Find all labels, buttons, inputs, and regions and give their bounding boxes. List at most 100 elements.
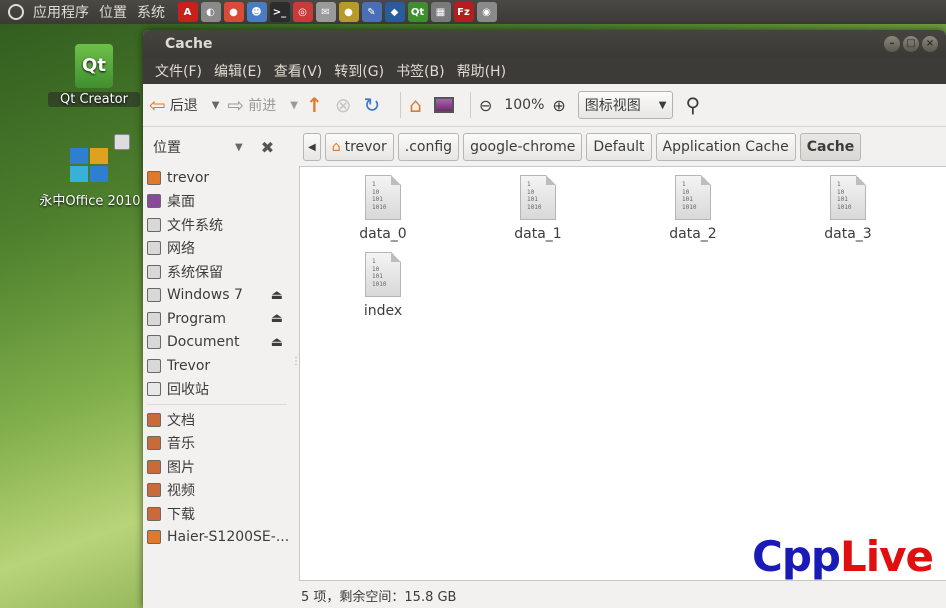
chevron-down-icon: ▼ xyxy=(658,99,667,111)
up-button[interactable]: ↑ xyxy=(306,93,327,117)
desktop-icon-label: Qt Creator xyxy=(48,92,140,107)
file-manager-window: Cache – □ × 文件(F) 编辑(E) 查看(V) 转到(G) 书签(B… xyxy=(143,30,946,608)
zoom-in-button[interactable]: ⊕ xyxy=(552,96,569,115)
qt-icon[interactable]: Qt xyxy=(407,2,428,22)
forward-arrow-icon: ⇨ xyxy=(227,93,245,117)
chevron-left-icon: ◀ xyxy=(308,141,316,153)
contacts-icon[interactable]: ☻ xyxy=(246,2,267,22)
music-folder-icon xyxy=(147,436,161,451)
places-label: 位置 xyxy=(153,140,181,156)
breadcrumb-google-chrome[interactable]: google-chrome xyxy=(463,133,583,161)
home-button[interactable]: ⌂ xyxy=(409,93,426,117)
sidebar-item-label: Trevor xyxy=(167,357,211,374)
zoom-out-button[interactable]: ⊖ xyxy=(479,96,496,115)
back-button[interactable]: ⇦ 后退 ▼ xyxy=(149,93,219,117)
desktop-icon-qt-creator[interactable]: Qt Qt Creator xyxy=(48,44,140,107)
chevron-down-icon[interactable]: ▼ xyxy=(235,142,243,153)
terminal-icon[interactable]: >_ xyxy=(269,2,290,22)
forward-button[interactable]: ⇨ 前进 ▼ xyxy=(227,93,297,117)
mail-icon[interactable]: ✉ xyxy=(315,2,336,22)
screenshot-icon[interactable]: ◉ xyxy=(476,2,497,22)
file-item[interactable]: 1 10 101 1010 data_1 xyxy=(493,175,583,242)
breadcrumb-scroll-left[interactable]: ◀ xyxy=(303,133,321,161)
pane-resize-handle[interactable]: ⋮ xyxy=(291,357,301,374)
file-name: data_2 xyxy=(669,226,717,242)
view-mode-select[interactable]: 图标视图 ▼ xyxy=(577,91,674,119)
chrome-icon[interactable]: ● xyxy=(223,2,244,22)
sidebar-bookmark[interactable]: 文档 xyxy=(143,408,291,432)
sidebar-bookmark[interactable]: 下载 xyxy=(143,502,291,526)
breadcrumb-cache[interactable]: Cache xyxy=(799,133,862,161)
maximize-button[interactable]: □ xyxy=(903,36,919,52)
home-icon: ⌂ xyxy=(409,93,422,117)
file-item[interactable]: 1 10 101 1010 index xyxy=(338,252,428,319)
disk-icon[interactable]: ◐ xyxy=(200,2,221,22)
file-item[interactable]: 1 10 101 1010 data_0 xyxy=(338,175,428,242)
breadcrumb-config[interactable]: .config xyxy=(397,133,460,161)
reload-button[interactable]: ↻ xyxy=(363,93,384,117)
menu-bookmarks[interactable]: 书签(B) xyxy=(390,61,451,81)
eject-icon[interactable]: ⏏ xyxy=(271,311,283,326)
file-item[interactable]: 1 10 101 1010 data_3 xyxy=(803,175,893,242)
menu-help[interactable]: 帮助(H) xyxy=(451,61,512,81)
desktop-icon-office[interactable]: 永中Office 2010 xyxy=(34,134,146,209)
calculator-icon[interactable]: ▦ xyxy=(430,2,451,22)
menu-go[interactable]: 转到(G) xyxy=(328,61,390,81)
sidebar-item[interactable]: Trevor xyxy=(143,354,291,378)
notes-icon[interactable]: ✎ xyxy=(361,2,382,22)
filezilla-icon[interactable]: Fz xyxy=(453,2,474,22)
sidebar-bookmark[interactable]: 图片 xyxy=(143,455,291,479)
breadcrumb-default[interactable]: Default xyxy=(586,133,652,161)
sidebar-item[interactable]: 网络 xyxy=(143,237,291,261)
sidebar-bookmark[interactable]: 视频 xyxy=(143,479,291,503)
acrobat-icon[interactable]: A xyxy=(177,2,198,22)
sidebar-item[interactable]: Windows 7 ⏏ xyxy=(143,284,291,308)
rhythmbox-icon[interactable]: ◎ xyxy=(292,2,313,22)
menu-edit[interactable]: 编辑(E) xyxy=(208,61,268,81)
home-folder-icon: ⌂ xyxy=(331,139,341,155)
places-menu[interactable]: 位置 xyxy=(94,2,132,22)
system-menu[interactable]: 系统 xyxy=(132,2,170,22)
binary-file-icon: 1 10 101 1010 xyxy=(675,175,711,220)
videos-folder-icon xyxy=(147,483,161,498)
file-name: data_0 xyxy=(359,226,407,242)
chevron-down-icon[interactable]: ▼ xyxy=(212,100,220,111)
sidebar-bookmark[interactable]: 音乐 xyxy=(143,432,291,456)
file-name: index xyxy=(363,303,403,319)
stop-button[interactable]: ⊗ xyxy=(335,93,356,117)
close-sidebar-icon[interactable]: ✖ xyxy=(261,138,274,157)
chevron-down-icon[interactable]: ▼ xyxy=(290,100,298,111)
breadcrumb-trevor[interactable]: ⌂ trevor xyxy=(324,133,394,161)
applications-menu[interactable]: 应用程序 xyxy=(28,2,94,22)
computer-button[interactable] xyxy=(433,97,454,113)
toolbar-separator xyxy=(469,92,471,118)
eject-icon[interactable]: ⏏ xyxy=(271,288,283,303)
close-button[interactable]: × xyxy=(922,36,938,52)
music-player-icon[interactable]: ● xyxy=(338,2,359,22)
ubuntu-logo-icon[interactable] xyxy=(8,4,24,20)
search-button[interactable]: ⚲ xyxy=(685,93,704,117)
location-row: 位置 ▼ ✖ ◀ ⌂ trevor .config google-chrome … xyxy=(143,127,946,167)
minimize-button[interactable]: – xyxy=(884,36,900,52)
titlebar[interactable]: Cache – □ × xyxy=(143,30,946,58)
sidebar-bookmark[interactable]: Haier-S1200SE-... xyxy=(143,526,291,550)
sidebar-item[interactable]: 桌面 xyxy=(143,190,291,214)
file-view: 1 10 101 1010 data_0 1 10 101 1010 data_1 1 10 101 10… xyxy=(299,166,946,581)
places-sidebar: trevor 桌面 文件系统 网络 系统保留 Windows 7 ⏏ Program ⏏ Docu… xyxy=(143,166,291,608)
up-arrow-icon: ↑ xyxy=(305,93,323,117)
virtualbox-icon[interactable]: ◆ xyxy=(384,2,405,22)
sidebar-item[interactable]: 回收站 xyxy=(143,378,291,402)
menu-file[interactable]: 文件(F) xyxy=(149,61,208,81)
office-icon xyxy=(68,134,130,184)
breadcrumb-application-cache[interactable]: Application Cache xyxy=(655,133,796,161)
sidebar-item[interactable]: trevor xyxy=(143,166,291,190)
eject-icon[interactable]: ⏏ xyxy=(271,335,283,350)
sidebar-item[interactable]: Program ⏏ xyxy=(143,307,291,331)
sidebar-item[interactable]: 文件系统 xyxy=(143,213,291,237)
sidebar-bookmark-label: 音乐 xyxy=(167,436,195,453)
documents-folder-icon xyxy=(147,412,161,427)
sidebar-item[interactable]: Document ⏏ xyxy=(143,331,291,355)
menu-view[interactable]: 查看(V) xyxy=(268,61,329,81)
file-item[interactable]: 1 10 101 1010 data_2 xyxy=(648,175,738,242)
sidebar-item[interactable]: 系统保留 xyxy=(143,260,291,284)
